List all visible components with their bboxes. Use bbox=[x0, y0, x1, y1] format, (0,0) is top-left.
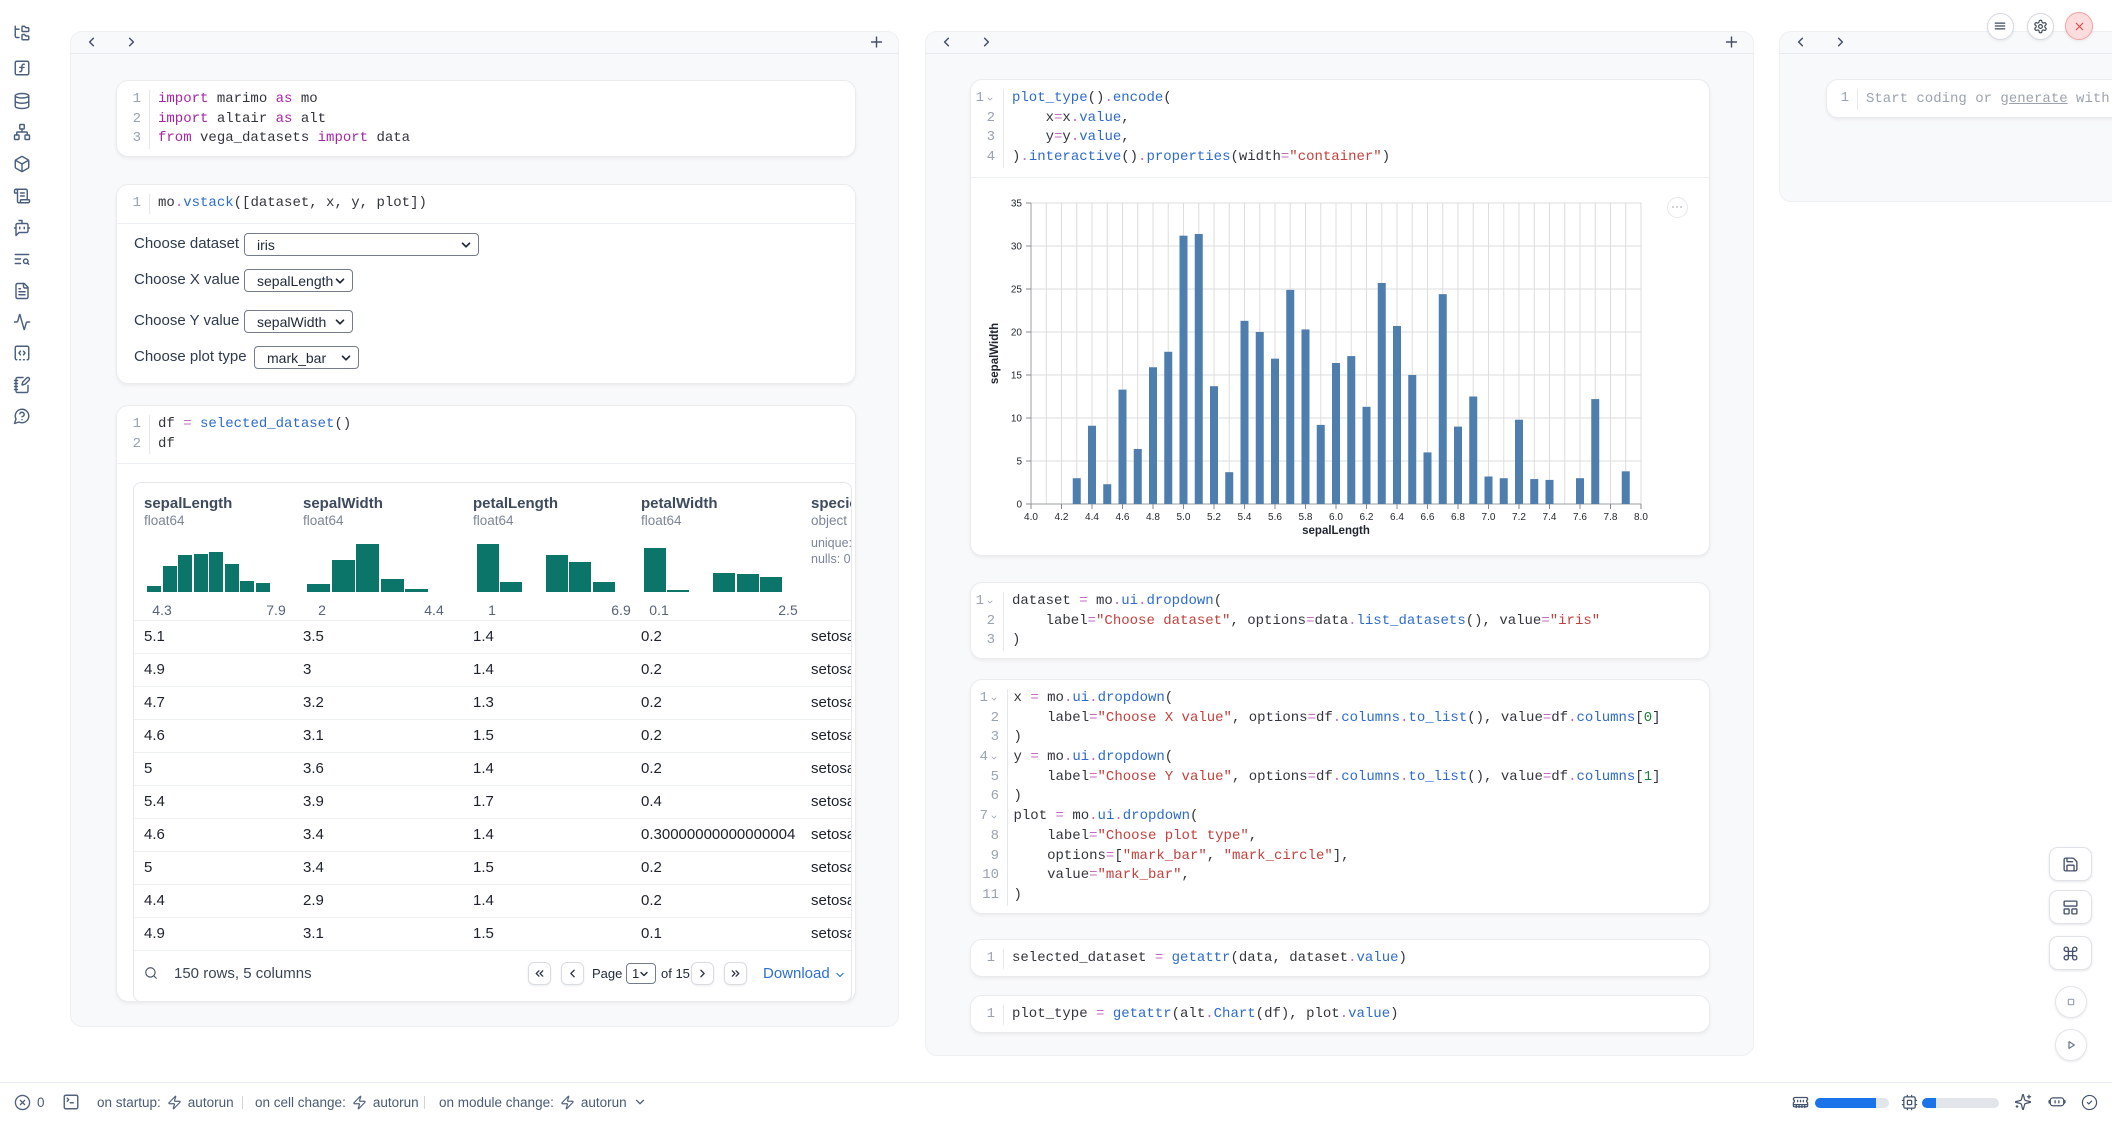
svg-text:5.4: 5.4 bbox=[1238, 512, 1252, 523]
svg-text:5: 5 bbox=[1016, 457, 1022, 468]
svg-text:4.6: 4.6 bbox=[1116, 512, 1130, 523]
svg-text:6.6: 6.6 bbox=[1421, 512, 1435, 523]
svg-text:6.4: 6.4 bbox=[1390, 512, 1404, 523]
svg-text:8.0: 8.0 bbox=[1634, 512, 1648, 523]
svg-text:4.2: 4.2 bbox=[1055, 512, 1069, 523]
svg-text:7.0: 7.0 bbox=[1482, 512, 1496, 523]
svg-text:sepalWidth: sepalWidth bbox=[989, 323, 1001, 384]
svg-text:5.0: 5.0 bbox=[1177, 512, 1191, 523]
svg-text:15: 15 bbox=[1011, 371, 1023, 382]
svg-text:4.0: 4.0 bbox=[1024, 512, 1038, 523]
svg-text:4.4: 4.4 bbox=[1085, 512, 1099, 523]
svg-text:7.2: 7.2 bbox=[1512, 512, 1526, 523]
svg-text:6.2: 6.2 bbox=[1360, 512, 1374, 523]
svg-text:4.8: 4.8 bbox=[1146, 512, 1160, 523]
svg-text:sepalLength: sepalLength bbox=[1302, 525, 1370, 537]
svg-text:7.8: 7.8 bbox=[1604, 512, 1618, 523]
svg-text:7.4: 7.4 bbox=[1543, 512, 1557, 523]
svg-text:30: 30 bbox=[1011, 242, 1023, 253]
svg-text:25: 25 bbox=[1011, 285, 1023, 296]
svg-text:5.6: 5.6 bbox=[1268, 512, 1282, 523]
svg-text:7.6: 7.6 bbox=[1573, 512, 1587, 523]
svg-text:6.8: 6.8 bbox=[1451, 512, 1465, 523]
svg-text:5.8: 5.8 bbox=[1299, 512, 1313, 523]
svg-text:10: 10 bbox=[1011, 414, 1023, 425]
svg-text:0: 0 bbox=[1016, 500, 1022, 511]
svg-text:6.0: 6.0 bbox=[1329, 512, 1343, 523]
svg-text:20: 20 bbox=[1011, 328, 1023, 339]
svg-text:35: 35 bbox=[1011, 199, 1023, 210]
svg-text:5.2: 5.2 bbox=[1207, 512, 1221, 523]
